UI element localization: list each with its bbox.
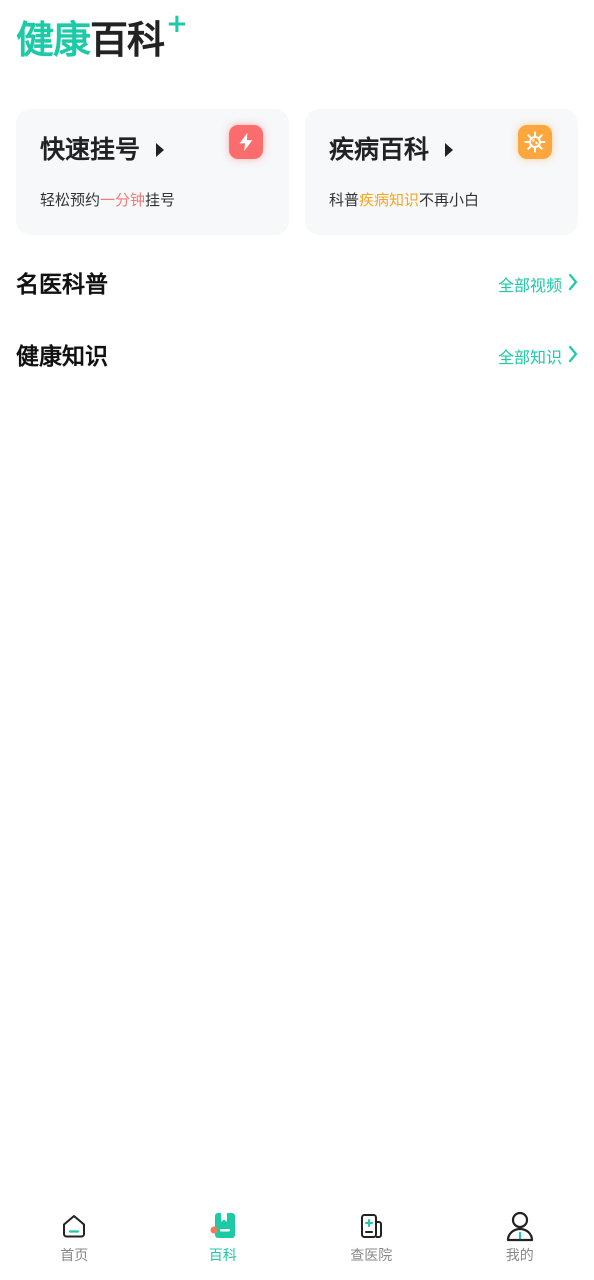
disease-encyclopedia-card[interactable]: 疾病百科 科普疾病知识不再小白 (305, 109, 578, 235)
caret-right-icon (445, 143, 453, 157)
home-icon (59, 1210, 89, 1242)
caret-right-icon (156, 143, 164, 157)
health-knowledge-section: 健康知识 全部知识 (16, 337, 578, 377)
card-description: 轻松预约一分钟挂号 (40, 189, 175, 211)
section-title: 名医科普 (16, 272, 108, 298)
section-title: 健康知识 (16, 344, 108, 370)
card-title: 快速挂号 (40, 135, 141, 164)
nav-encyclopedia[interactable]: 百科 (149, 1196, 298, 1280)
nav-hospital[interactable]: 查医院 (297, 1196, 446, 1280)
desc-text: 科普 (329, 191, 360, 209)
card-description: 科普疾病知识不再小白 (329, 189, 479, 211)
desc-text: 不再小白 (419, 191, 480, 209)
all-knowledge-link[interactable]: 全部知识 (498, 345, 578, 370)
bottom-nav: 首页 百科 查医院 我的 (0, 1196, 594, 1280)
nav-label: 首页 (60, 1248, 89, 1264)
desc-highlight: 一分钟 (100, 191, 146, 209)
desc-text: 轻松预约 (40, 191, 101, 209)
card-title: 疾病百科 (329, 135, 430, 164)
profile-icon (505, 1210, 535, 1242)
logo-text-health: 健康 (16, 18, 91, 62)
hospital-icon (356, 1210, 386, 1242)
app-logo: 健康 百科 + (16, 11, 188, 62)
chevron-right-icon (568, 345, 578, 370)
nav-home[interactable]: 首页 (0, 1196, 149, 1280)
all-videos-link[interactable]: 全部视频 (498, 273, 578, 298)
quick-registration-card[interactable]: 快速挂号 轻松预约一分钟挂号 (16, 109, 289, 235)
link-label: 全部知识 (497, 347, 562, 367)
encyclopedia-icon (208, 1210, 238, 1242)
desc-text: 挂号 (145, 191, 176, 209)
chevron-right-icon (568, 273, 578, 298)
nav-label: 百科 (208, 1248, 237, 1264)
link-label: 全部视频 (497, 275, 562, 295)
virus-icon (518, 125, 552, 159)
lightning-icon (229, 125, 263, 159)
nav-profile[interactable]: 我的 (446, 1196, 594, 1280)
logo-plus: + (166, 9, 188, 39)
nav-label: 查医院 (350, 1248, 393, 1264)
famous-doctor-section: 名医科普 全部视频 (16, 265, 578, 305)
logo-text-encyclopedia: 百科 (90, 18, 165, 62)
nav-label: 我的 (505, 1248, 534, 1264)
desc-highlight: 疾病知识 (359, 191, 420, 209)
page: 健康 百科 + 快速挂号 轻松预约一分钟挂号 疾病百科 科普疾病知识不再小白 名… (0, 0, 594, 1280)
